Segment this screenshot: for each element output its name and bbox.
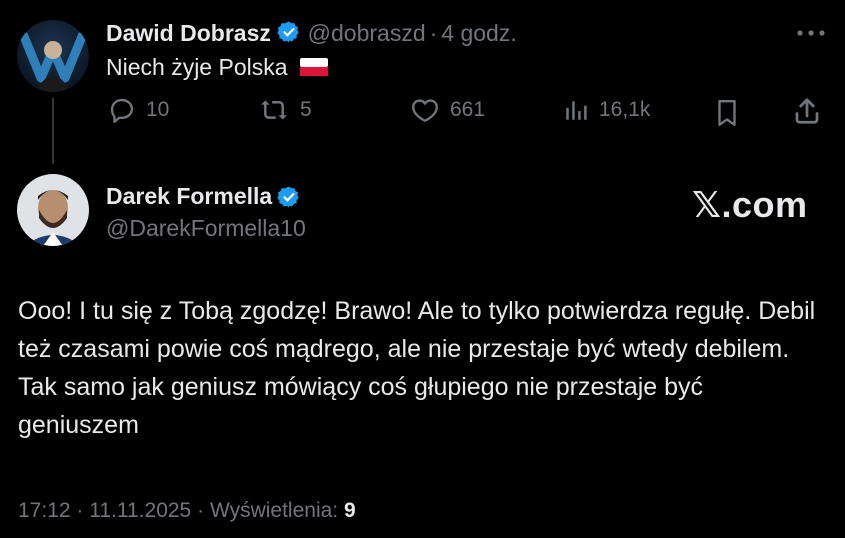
- tweet-meta: 17:12 · 11.11.2025 · Wyświetlenia: 9: [18, 499, 356, 523]
- share-icon[interactable]: [792, 96, 822, 131]
- views-action[interactable]: 16,1k: [563, 96, 650, 124]
- repost-count: 5: [300, 98, 312, 121]
- thread-connector: [52, 98, 54, 164]
- parent-handle[interactable]: @dobraszd: [308, 20, 426, 46]
- meta-separator: ·: [197, 499, 205, 522]
- verified-badge-icon: [277, 20, 301, 50]
- more-options-icon[interactable]: [795, 26, 827, 44]
- reply-handle[interactable]: @DarekFormella10: [106, 215, 306, 242]
- views-chart-icon: [566, 101, 587, 120]
- like-action[interactable]: 661: [410, 96, 485, 124]
- repost-action[interactable]: 5: [258, 96, 312, 124]
- heart-icon: [412, 99, 438, 122]
- views-number: 9: [343, 499, 356, 522]
- views-label: Wyświetlenia:: [209, 499, 339, 522]
- reply-tweet-text: Ooo! I tu się z Tobą zgodzę! Brawo! Ale …: [18, 297, 816, 439]
- views-count: 16,1k: [599, 98, 651, 121]
- bookmark-icon[interactable]: [714, 98, 740, 133]
- repost-icon: [261, 100, 287, 120]
- reply-icon: [110, 98, 134, 123]
- avatar-image: [17, 174, 89, 246]
- parent-header: Dawid Dobrasz @dobraszd · 4 godz.: [106, 20, 517, 50]
- parent-text: Niech żyje Polska: [106, 54, 288, 80]
- like-count: 661: [450, 98, 486, 121]
- x-com-watermark: 𝕏.com: [692, 184, 808, 225]
- header-separator: ·: [429, 20, 438, 47]
- reply-count: 10: [146, 98, 170, 121]
- reply-action[interactable]: 10: [108, 96, 169, 124]
- reply-author: Darek Formella: [106, 183, 301, 214]
- reply-avatar[interactable]: [17, 174, 89, 246]
- meta-separator: ·: [76, 499, 84, 522]
- parent-author-name[interactable]: Dawid Dobrasz: [106, 20, 271, 46]
- avatar-image: [17, 20, 89, 92]
- tweet-time[interactable]: 17:12: [18, 499, 71, 522]
- parent-avatar[interactable]: [17, 20, 89, 92]
- reply-author-name[interactable]: Darek Formella: [106, 183, 272, 209]
- verified-badge-icon: [276, 185, 301, 214]
- parent-time[interactable]: 4 godz.: [441, 20, 516, 46]
- tweet-date[interactable]: 11.11.2025: [89, 499, 191, 522]
- parent-tweet-text: Niech żyje Polska: [106, 54, 328, 82]
- poland-flag-icon: [299, 55, 328, 82]
